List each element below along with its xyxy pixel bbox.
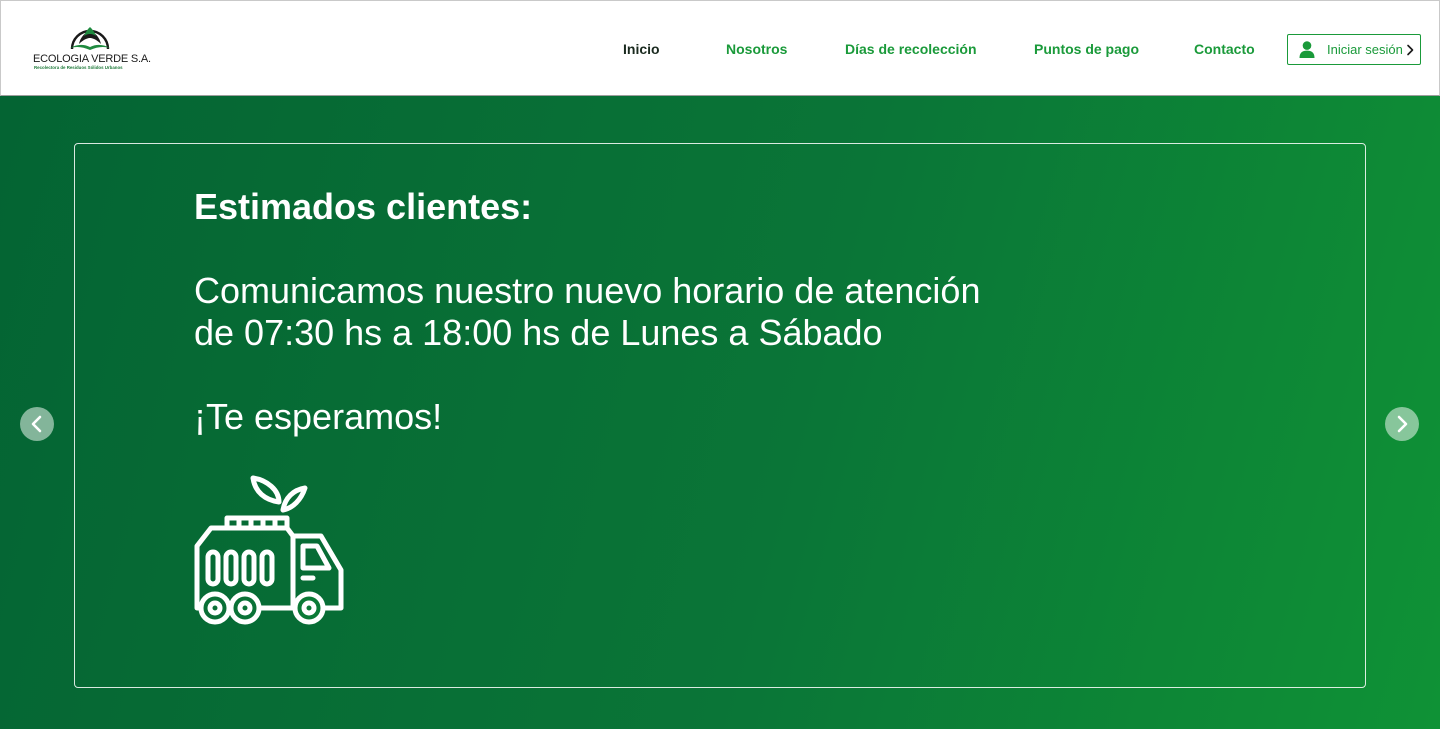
nav-item-puntos-de-pago[interactable]: Puntos de pago <box>1034 41 1139 61</box>
chevron-left-icon <box>31 415 42 433</box>
banner-closing: ¡Te esperamos! <box>194 396 443 437</box>
login-button[interactable]: Iniciar sesión <box>1287 34 1421 65</box>
banner-greeting: Estimados clientes: <box>194 186 533 227</box>
garbage-truck-icon <box>194 475 344 625</box>
nav-link-inicio[interactable]: Inicio <box>623 41 660 57</box>
chevron-right-icon <box>1397 415 1408 433</box>
banner-message-line-2: de 07:30 hs a 18:00 hs de Lunes a Sábado <box>194 312 883 353</box>
banner-message-line-1: Comunicamos nuestro nuevo horario de ate… <box>194 270 981 311</box>
login-button-label: Iniciar sesión <box>1327 42 1403 57</box>
nav-link-puntos-de-pago[interactable]: Puntos de pago <box>1034 41 1139 57</box>
nav-link-contacto[interactable]: Contacto <box>1194 41 1255 57</box>
hero-carousel: Estimados clientes: Comunicamos nuestro … <box>0 96 1440 729</box>
nav-item-nosotros[interactable]: Nosotros <box>726 41 787 61</box>
carousel-next-button[interactable] <box>1385 407 1419 441</box>
brand-name: ECOLOGIA VERDE S.A. <box>33 53 151 65</box>
announcement-banner: Estimados clientes: Comunicamos nuestro … <box>74 143 1366 688</box>
nav-item-inicio[interactable]: Inicio <box>623 41 660 61</box>
site-header: ECOLOGIA VERDE S.A. Recolectora de Resid… <box>0 0 1440 96</box>
chevron-right-icon <box>1407 44 1414 56</box>
nav-item-contacto[interactable]: Contacto <box>1194 41 1255 61</box>
user-icon <box>1299 41 1315 58</box>
nav-link-nosotros[interactable]: Nosotros <box>726 41 787 57</box>
carousel-prev-button[interactable] <box>20 407 54 441</box>
nav-item-dias-de-recoleccion[interactable]: Días de recolección <box>845 41 977 61</box>
leaf-logo-icon <box>70 27 110 50</box>
brand-tagline: Recolectora de Residuos Sólidos Urbanos <box>34 65 123 70</box>
nav-link-dias-de-recoleccion[interactable]: Días de recolección <box>845 41 977 57</box>
brand-logo[interactable]: ECOLOGIA VERDE S.A. Recolectora de Resid… <box>33 23 151 75</box>
